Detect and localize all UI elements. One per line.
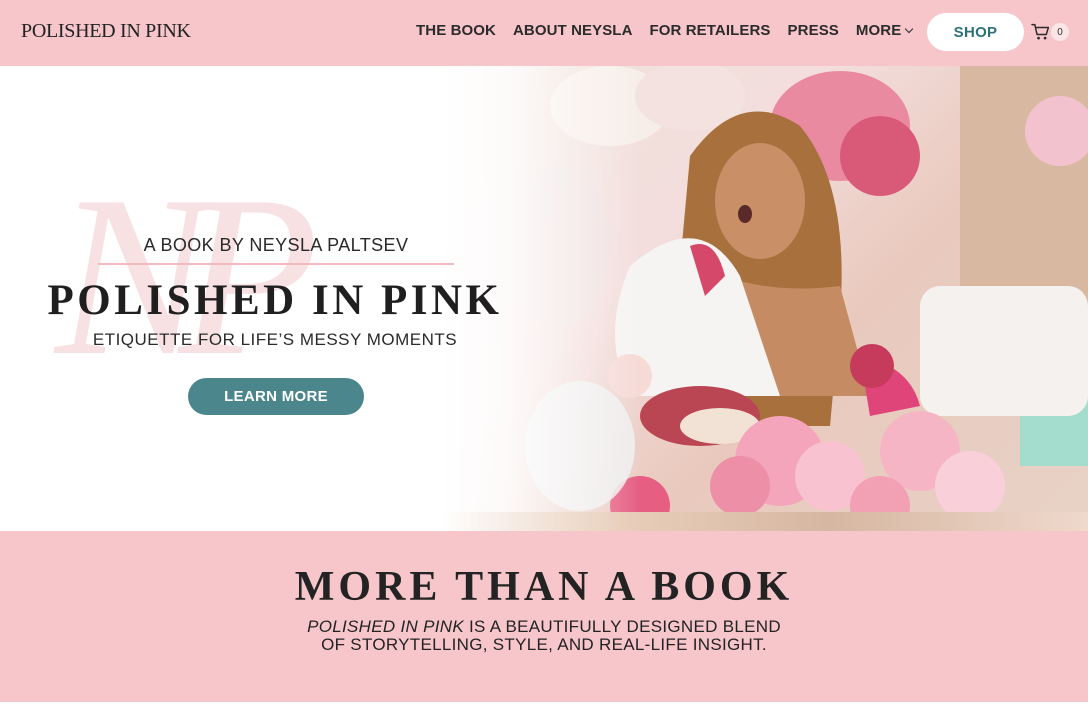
- cart-icon: [1031, 23, 1050, 40]
- nav-item-more-label: MORE: [855, 22, 902, 39]
- page-bottom-strip: [0, 702, 1088, 725]
- main-nav: THE BOOK ABOUT NEYSLA FOR RETAILERS PRES…: [416, 22, 929, 39]
- section-description-line-1-rest: IS A BEAUTIFULLY DESIGNED BLEND: [463, 617, 781, 636]
- section-title: MORE THAN A BOOK: [294, 564, 794, 610]
- hero-image-strip: [440, 512, 1088, 531]
- shop-button[interactable]: SHOP: [927, 13, 1024, 51]
- cart-count-badge: 0: [1051, 23, 1069, 41]
- intro-section: MORE THAN A BOOK POLISHED IN PINK IS A B…: [0, 531, 1088, 702]
- site-logo[interactable]: POLISHED IN PINK: [21, 20, 191, 43]
- section-description-line-1: POLISHED IN PINK IS A BEAUTIFULLY DESIGN…: [0, 618, 1088, 636]
- section-description-line-2: OF STORYTELLING, STYLE, AND REAL-LIFE IN…: [321, 635, 767, 654]
- learn-more-button[interactable]: LEARN MORE: [188, 378, 364, 415]
- hero-divider: [98, 263, 454, 265]
- cart-button[interactable]: 0: [1031, 22, 1071, 42]
- hero-kicker: A BOOK BY NEYSLA PALTSEV: [143, 235, 409, 255]
- hero-section: NP A BOOK BY NEYSLA PALTSEV POLISHED IN …: [0, 66, 1088, 531]
- nav-item-for-retailers[interactable]: FOR RETAILERS: [650, 22, 771, 39]
- hero-title: POLISHED IN PINK: [47, 277, 503, 324]
- nav-item-the-book[interactable]: THE BOOK: [416, 22, 496, 39]
- book-title-emphasis: POLISHED IN PINK: [307, 617, 464, 636]
- nav-item-more[interactable]: MORE: [855, 22, 914, 39]
- site-header: POLISHED IN PINK THE BOOK ABOUT NEYSLA F…: [0, 0, 1088, 66]
- nav-item-about-neysla[interactable]: ABOUT NEYSLA: [513, 22, 633, 39]
- chevron-down-icon: [905, 24, 914, 34]
- nav-item-press[interactable]: PRESS: [788, 22, 839, 39]
- hero-subtitle: ETIQUETTE FOR LIFE’S MESSY MOMENTS: [92, 330, 458, 349]
- section-description: POLISHED IN PINK IS A BEAUTIFULLY DESIGN…: [0, 618, 1088, 654]
